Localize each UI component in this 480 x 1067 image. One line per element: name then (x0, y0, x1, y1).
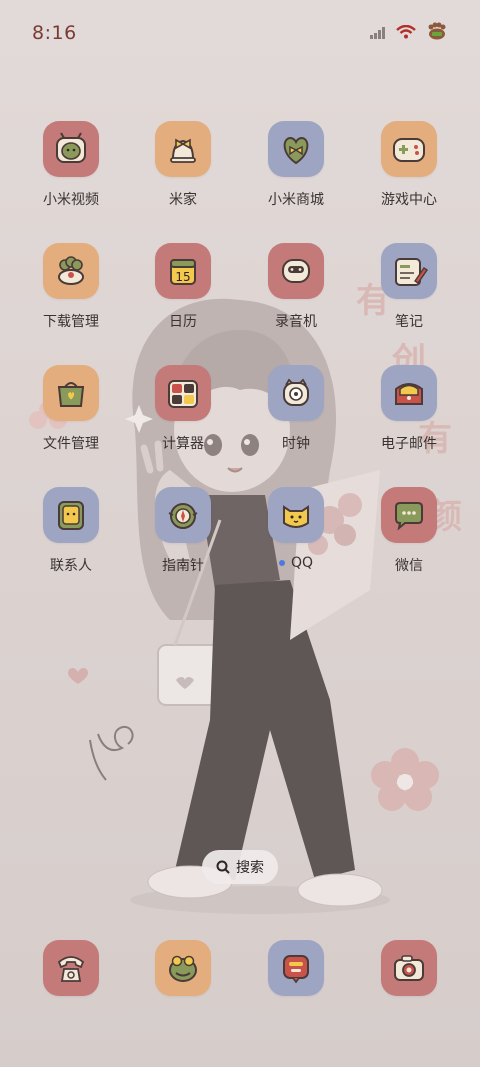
calculator-icon[interactable] (155, 365, 211, 421)
app-game-center[interactable]: 游戏中心 (354, 121, 464, 209)
dock-phone[interactable] (16, 940, 126, 996)
app-label: 小米视频 (43, 192, 99, 208)
dock-messages[interactable] (128, 940, 238, 996)
app-mi-video[interactable]: 小米视频 (16, 121, 126, 209)
search-label: 搜索 (236, 860, 264, 876)
app-label: 微信 (395, 558, 423, 574)
calendar-day: 15 (175, 270, 190, 284)
video-cat-icon[interactable] (43, 121, 99, 177)
calendar-icon[interactable]: 15 (155, 243, 211, 299)
app-file-manager[interactable]: 文件管理 (16, 365, 126, 453)
message-box-icon[interactable] (268, 940, 324, 996)
bell-bow-icon[interactable] (155, 121, 211, 177)
compass-icon[interactable] (155, 487, 211, 543)
signal-icon (370, 24, 386, 43)
mail-bag-icon[interactable] (381, 365, 437, 421)
flower-download-icon[interactable] (43, 243, 99, 299)
battery-paw-icon (426, 22, 448, 44)
status-time: 8:16 (32, 22, 77, 44)
app-calculator[interactable]: 计算器 (128, 365, 238, 453)
app-label: 联系人 (50, 558, 92, 574)
dock-camera[interactable] (354, 940, 464, 996)
app-mijia[interactable]: 米家 (128, 121, 238, 209)
wifi-icon (396, 24, 416, 43)
contacts-icon[interactable] (43, 487, 99, 543)
clock-icon[interactable] (268, 365, 324, 421)
app-label: 小米商城 (268, 192, 324, 208)
status-icons (370, 22, 448, 44)
home-screen: 有 创 有 颜 8:16 小米视频 米家 小米商城 游戏中心 下载管理 15 日… (0, 0, 480, 1067)
app-calendar[interactable]: 15 日历 (128, 243, 238, 331)
app-label: 电子邮件 (381, 436, 437, 452)
app-recorder[interactable]: 录音机 (241, 243, 351, 331)
new-indicator-dot (278, 560, 285, 566)
search-button[interactable]: 搜索 (202, 850, 278, 884)
app-label: 时钟 (282, 436, 310, 452)
app-label: 文件管理 (43, 436, 99, 452)
app-contacts[interactable]: 联系人 (16, 487, 126, 575)
camera-icon[interactable] (381, 940, 437, 996)
app-compass[interactable]: 指南针 (128, 487, 238, 575)
app-notes[interactable]: 笔记 (354, 243, 464, 331)
dock-message-box[interactable] (241, 940, 351, 996)
recorder-icon[interactable] (268, 243, 324, 299)
notepad-icon[interactable] (381, 243, 437, 299)
app-label: 下载管理 (43, 314, 99, 330)
app-qq[interactable]: QQ (241, 487, 351, 571)
app-downloads[interactable]: 下载管理 (16, 243, 126, 331)
heart-bag-icon[interactable] (268, 121, 324, 177)
app-label: QQ (278, 555, 314, 571)
app-label: 笔记 (395, 314, 423, 330)
messages-frog-icon[interactable] (155, 940, 211, 996)
app-label: 游戏中心 (381, 192, 437, 208)
gamepad-icon[interactable] (381, 121, 437, 177)
app-label: 日历 (169, 314, 197, 330)
file-bag-icon[interactable] (43, 365, 99, 421)
qq-cat-icon[interactable] (268, 487, 324, 543)
app-wechat[interactable]: 微信 (354, 487, 464, 575)
app-label: 米家 (169, 192, 197, 208)
app-label: 指南针 (162, 558, 204, 574)
app-mi-store[interactable]: 小米商城 (241, 121, 351, 209)
phone-icon[interactable] (43, 940, 99, 996)
app-clock[interactable]: 时钟 (241, 365, 351, 453)
chat-bubble-icon[interactable] (381, 487, 437, 543)
search-icon (216, 860, 230, 874)
app-label: 计算器 (162, 436, 204, 452)
app-email[interactable]: 电子邮件 (354, 365, 464, 453)
app-label: 录音机 (275, 314, 317, 330)
app-label-text: QQ (290, 555, 314, 571)
